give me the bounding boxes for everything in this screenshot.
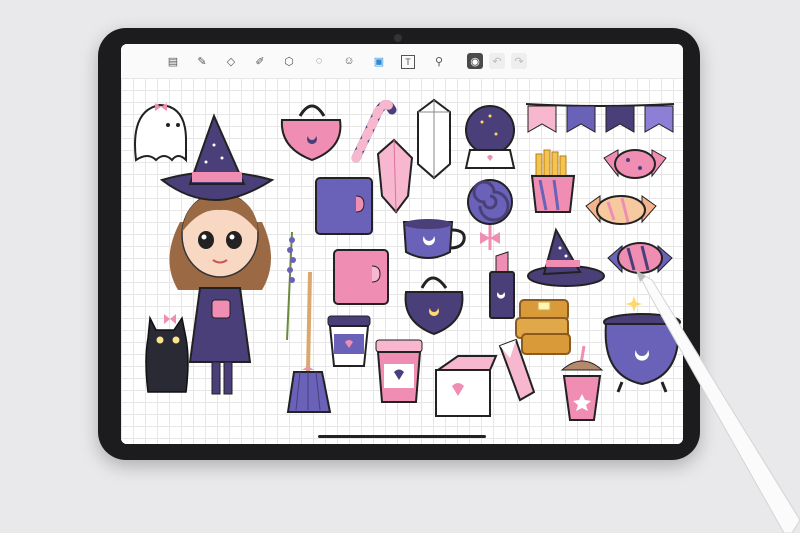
fries-sticker[interactable] — [530, 149, 576, 213]
black-cat-sticker[interactable] — [145, 314, 189, 393]
lipstick-sticker[interactable] — [489, 251, 515, 319]
ghost-sticker[interactable] — [134, 103, 187, 163]
milk-carton-sticker[interactable] — [434, 355, 498, 417]
mug-sticker[interactable] — [402, 219, 466, 259]
stickers-layer — [134, 98, 800, 533]
lavender-sticker[interactable] — [286, 231, 296, 341]
pink-candy-sticker[interactable] — [603, 149, 667, 179]
frappe-sticker[interactable] — [560, 345, 604, 421]
pink-purse-sticker[interactable] — [280, 104, 342, 162]
pink-notebook-sticker[interactable] — [333, 249, 389, 305]
white-crystal-sticker[interactable] — [417, 98, 451, 180]
bunting-sticker[interactable] — [525, 103, 675, 133]
purple-notebook-sticker[interactable] — [315, 177, 373, 235]
crystal-ball-sticker[interactable] — [464, 105, 516, 169]
pink-crystal-sticker[interactable] — [376, 138, 414, 214]
broom-sticker[interactable] — [286, 271, 332, 413]
purple-bag-sticker[interactable] — [404, 276, 464, 336]
coffee-cup-sticker[interactable] — [327, 315, 371, 367]
peach-candy-sticker[interactable] — [585, 195, 657, 225]
purple-candy-sticker[interactable] — [607, 242, 673, 274]
stylus-pencil[interactable] — [636, 270, 800, 533]
waffles-sticker[interactable] — [515, 299, 571, 355]
witch-hat-sticker[interactable] — [527, 227, 605, 287]
lollipop-sticker[interactable] — [467, 179, 513, 250]
pink-cup-sticker[interactable] — [375, 339, 423, 403]
